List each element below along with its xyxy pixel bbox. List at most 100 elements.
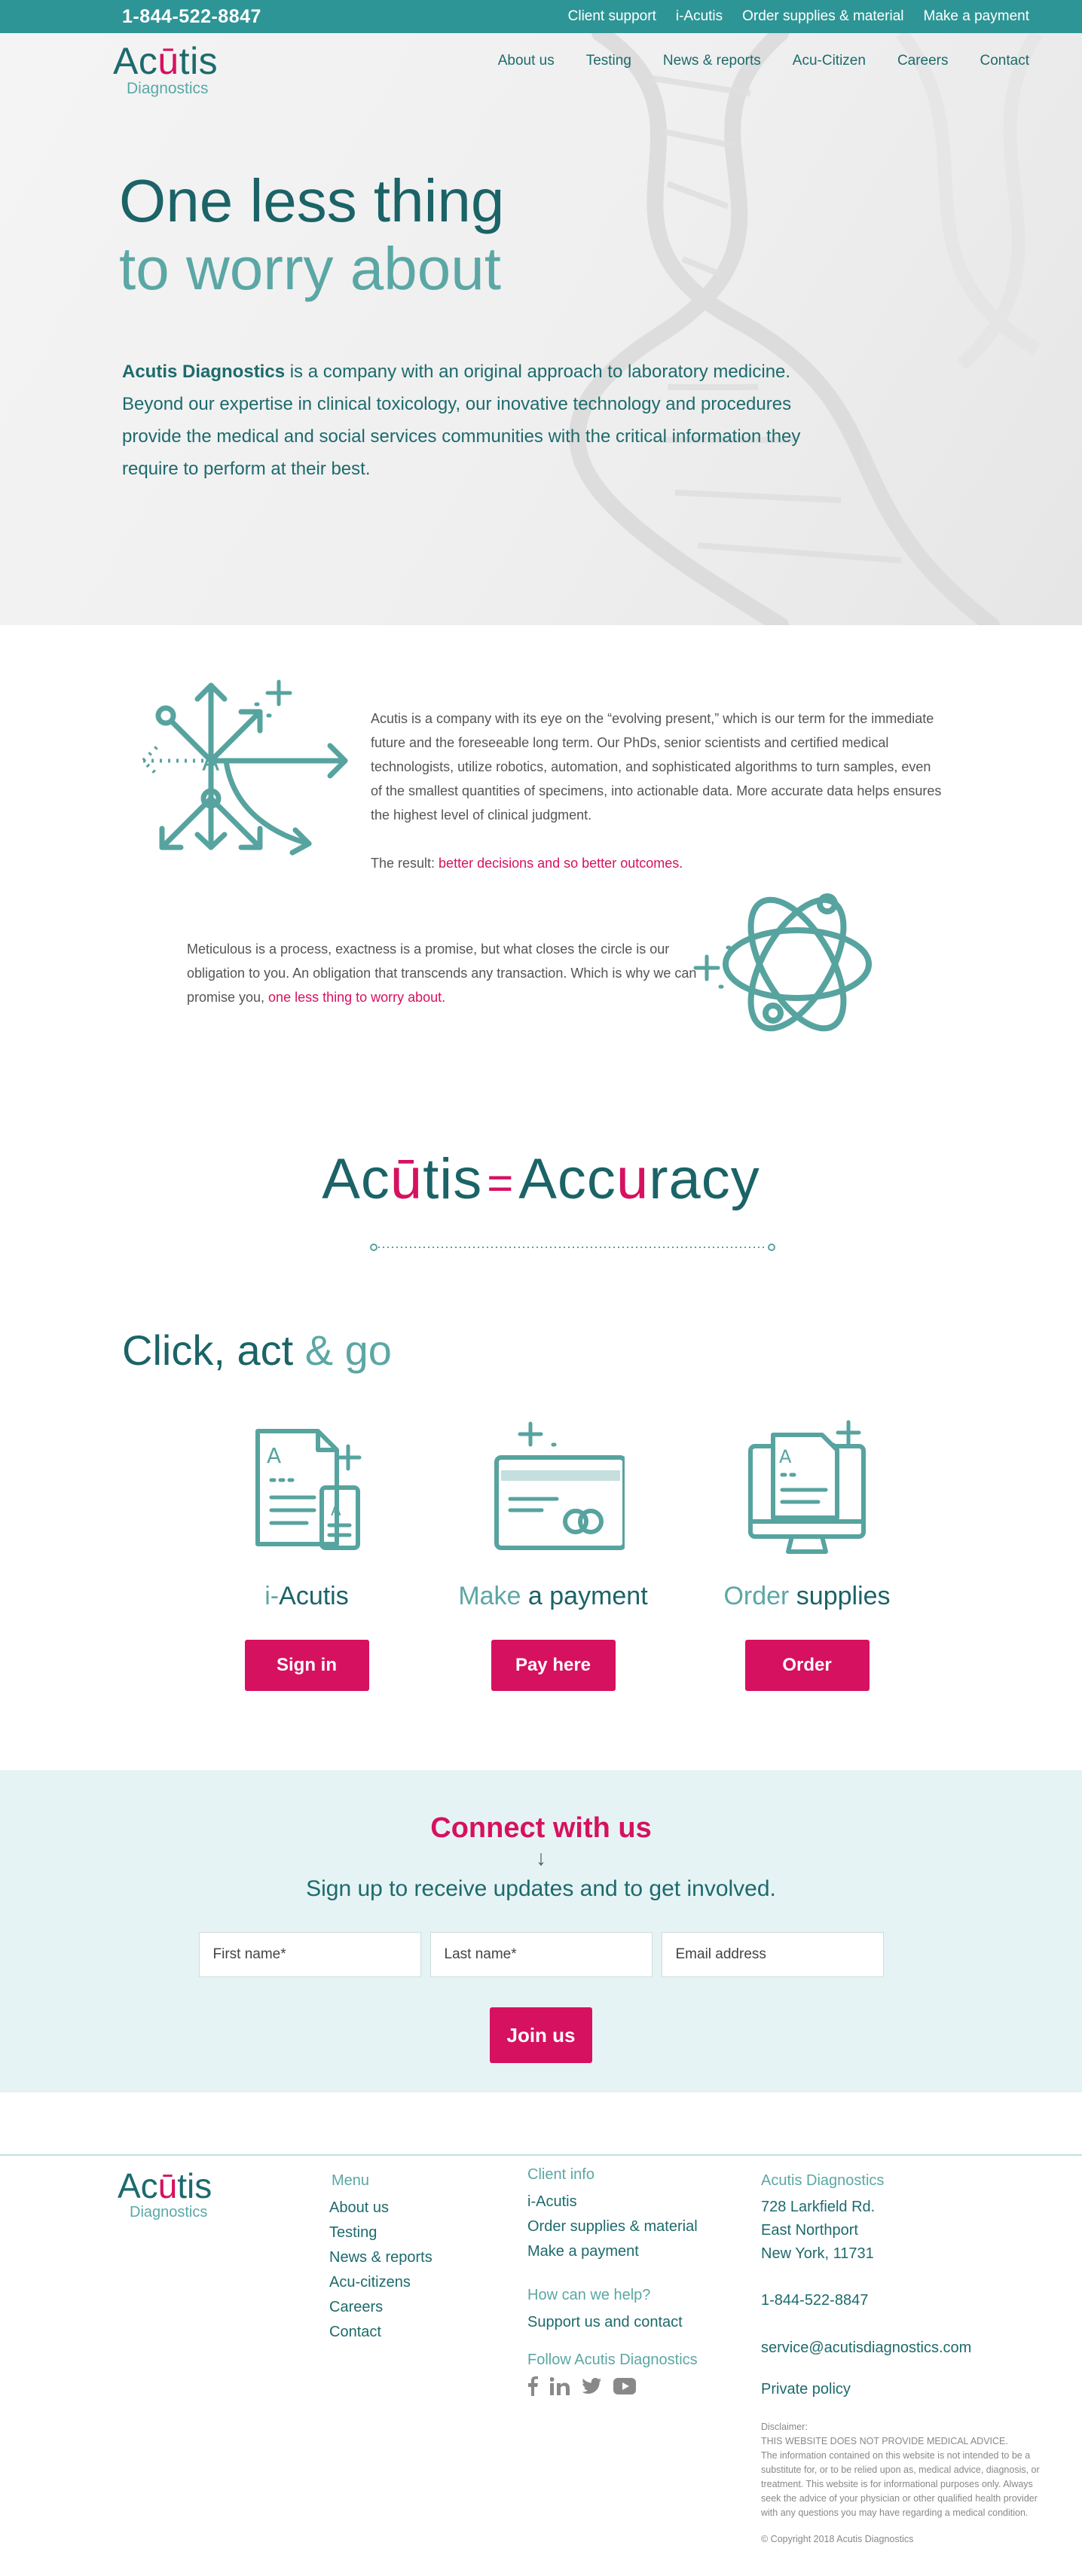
pay-here-button[interactable]: Pay here [491,1640,616,1691]
click-act-go-title: Click, act & go [122,1326,392,1374]
disclaimer-title: Disclaimer: [761,2422,808,2432]
arrow-down-icon: ↓ [536,1846,546,1869]
footer-client-info: Client info i-Acutis Order supplies & ma… [527,2166,698,2396]
card-i-acutis-title: i-Acutis [264,1582,349,1610]
svg-text:A: A [202,747,219,777]
top-link-order-supplies[interactable]: Order supplies & material [742,8,903,25]
footer-phone[interactable]: 1-844-522-8847 [761,2288,1047,2313]
nav-item-testing[interactable]: Testing [586,53,631,69]
address-line-3: New York, 11731 [761,2245,874,2262]
twitter-icon[interactable] [582,2378,601,2394]
nav-item-careers[interactable]: Careers [897,53,949,69]
card-order-supplies-title: Order supplies [723,1582,891,1610]
card-make-payment-title: Make a payment [458,1582,648,1610]
footer-link-news-reports[interactable]: News & reports [329,2245,432,2270]
facebook-icon[interactable] [527,2376,538,2396]
credit-card-icon [494,1421,625,1550]
top-link-client-support[interactable]: Client support [568,8,656,25]
sign-in-button[interactable]: Sign in [244,1640,369,1691]
nav-item-acu-citizen[interactable]: Acu-Citizen [793,53,866,69]
first-name-field[interactable] [198,1932,421,1977]
top-link-make-payment[interactable]: Make a payment [924,8,1029,25]
footer-link-order-supplies[interactable]: Order supplies & material [527,2214,698,2239]
card-order-supplies: A Order supplies Order [686,1416,928,1691]
hero-title: One less thing to worry about [119,167,1082,303]
footer-address: 728 Larkfield Rd. East Northport New Yor… [761,2196,1047,2266]
nav-item-news-reports[interactable]: News & reports [663,53,761,69]
footer-logo[interactable]: Acūtis Diagnostics [118,2168,212,2221]
svg-text:A: A [331,1501,341,1519]
document-phone-icon: A A [255,1429,362,1550]
about-text-1: Acutis is a company with its eye on the … [371,707,943,875]
email-field[interactable] [661,1932,884,1977]
top-link-i-acutis[interactable]: i-Acutis [676,8,723,25]
phone-number[interactable]: 1-844-522-8847 [122,6,261,28]
main-nav: Acūtis Diagnostics About us Testing News… [0,33,1082,98]
svg-text:A: A [779,1446,792,1467]
connect-title: Connect with us [430,1812,652,1844]
about-section: A Acutis is a company with its eye on th… [0,625,1082,1077]
about-paragraph-2-highlight: one less thing to worry about. [268,990,446,1005]
about-result: The result: better decisions and so bett… [371,856,683,871]
footer-company-heading: Acutis Diagnostics [761,2172,885,2189]
about-paragraph-2: Meticulous is a process, exactness is a … [187,942,697,1005]
connect-subtitle: Sign up to receive updates and to get in… [306,1876,776,1901]
footer-menu-heading: Menu [332,2172,370,2189]
join-us-button[interactable]: Join us [490,2007,592,2063]
linkedin-icon[interactable] [550,2377,570,2395]
footer-logo-subtitle: Diagnostics [130,2204,208,2220]
atom-icon [693,893,872,1032]
equation-section: Acūtis =Accuracy [0,1077,1082,1326]
footer-link-i-acutis[interactable]: i-Acutis [527,2190,698,2214]
disclaimer-line-1: THIS WEBSITE DOES NOT PROVIDE MEDICAL AD… [761,2436,1008,2446]
nav-menu: About us Testing News & reports Acu-Citi… [498,53,1029,69]
footer-help-heading: How can we help? [527,2287,651,2303]
footer-client-heading: Client info [527,2166,594,2183]
hero-title-line1: One less thing [119,167,505,234]
footer-menu: Menu About us Testing News & reports Acu… [329,2172,432,2345]
footer-privacy-link[interactable]: Private policy [761,2377,1047,2402]
acutis-equals-accuracy: Acūtis =Accuracy [322,1147,760,1211]
footer-email[interactable]: service@acutisdiagnostics.com [761,2336,1047,2361]
nav-item-about-us[interactable]: About us [498,53,555,69]
address-line-1: 728 Larkfield Rd. [761,2199,876,2215]
card-make-payment: Make a payment Pay here [432,1416,674,1691]
about-result-highlight: better decisions and so better outcomes. [439,856,683,871]
hero-title-line2: to worry about [119,235,501,302]
last-name-field[interactable] [429,1932,653,1977]
footer-link-testing[interactable]: Testing [329,2220,432,2245]
click-act-go-section: Click, act & go A A i-Acutis Sign in Mak… [0,1326,1082,1770]
disclaimer-body: The information contained on this websit… [761,2450,1040,2518]
footer-company-info: Acutis Diagnostics 728 Larkfield Rd. Eas… [761,2172,1047,2544]
footer-link-contact[interactable]: Contact [329,2320,432,2345]
logo-wordmark: Acūtis [113,40,219,82]
about-paragraph-1: Acutis is a company with its eye on the … [371,711,942,823]
dna-background-image [569,33,1043,625]
footer-follow-heading: Follow Acutis Diagnostics [527,2352,698,2368]
nav-item-contact[interactable]: Contact [980,53,1029,69]
about-text-2: Meticulous is a process, exactness is a … [187,937,699,1009]
hero-intro: Acutis Diagnostics is a company with an … [122,362,801,479]
top-bar: 1-844-522-8847 Client support i-Acutis O… [0,0,1082,33]
connect-section: Connect with us ↓ Sign up to receive upd… [0,1770,1082,2092]
signup-form [0,1932,1082,1977]
footer-link-support[interactable]: Support us and contact [527,2310,698,2335]
order-button[interactable]: Order [744,1640,870,1691]
footer-link-about-us[interactable]: About us [329,2196,432,2220]
footer-disclaimer: Disclaimer: THIS WEBSITE DOES NOT PROVID… [761,2420,1047,2520]
svg-text:A: A [267,1443,281,1468]
footer: Acūtis Diagnostics Menu About us Testing… [0,2154,1082,2576]
monitor-document-icon: A [748,1420,866,1554]
footer-spacer [0,2092,1082,2154]
footer-link-acu-citizens[interactable]: Acu-citizens [329,2270,432,2295]
footer-copyright: © Copyright 2018 Acutis Diagnostics [761,2534,914,2544]
card-i-acutis: A A i-Acutis Sign in [186,1416,427,1691]
acutis-logo[interactable]: Acūtis Diagnostics [113,41,218,98]
footer-link-careers[interactable]: Careers [329,2295,432,2320]
youtube-icon[interactable] [613,2378,636,2394]
logo-subtitle: Diagnostics [127,80,209,97]
arrows-icon: A [140,679,348,856]
footer-link-make-payment[interactable]: Make a payment [527,2239,698,2264]
top-links: Client support i-Acutis Order supplies &… [568,8,1029,25]
dotted-divider [370,1244,775,1251]
